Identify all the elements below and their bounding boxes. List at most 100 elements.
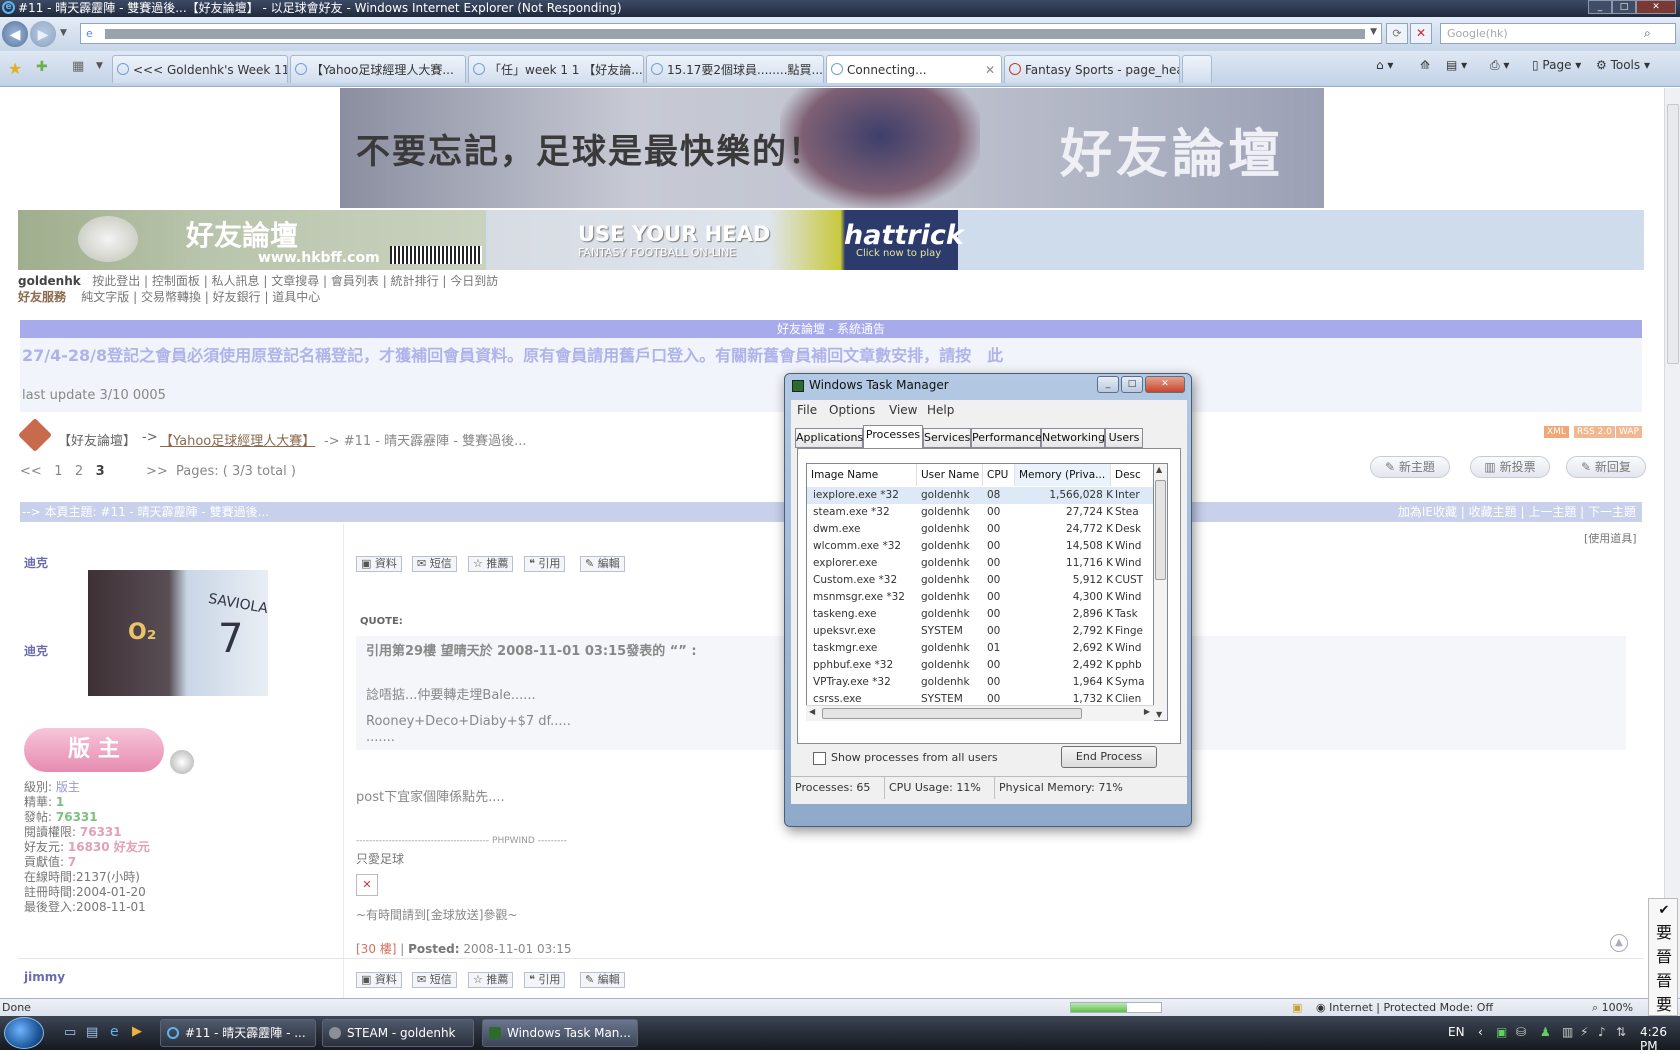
recommend-button[interactable]: ☆ 推薦 [468, 972, 514, 988]
new-reply-button[interactable]: ✎ 新回复 [1566, 456, 1646, 478]
address-bar[interactable]: e ▼ [80, 23, 1382, 44]
tab-applications[interactable]: Applications [795, 428, 863, 448]
tab-goldenhk-week11[interactable]: <<< Goldenhk's Week 11 -... [112, 55, 288, 83]
hattrick-ad-banner[interactable]: USE YOUR HEAD FANTASY FOOTBALL ON-LINE h… [488, 210, 964, 270]
column-user-name[interactable]: User Name [917, 464, 983, 486]
quote-button[interactable]: ❝ 引用 [524, 972, 566, 988]
clock[interactable]: 4:26 PM [1640, 1025, 1680, 1053]
profile-button[interactable]: ▣ 資料 [356, 972, 402, 988]
tray-app-icon[interactable]: ▣ [1496, 1025, 1507, 1039]
feeds-icon[interactable]: ⟰ [1420, 58, 1430, 72]
refresh-button[interactable]: ⟳ [1386, 23, 1408, 44]
process-row[interactable]: pphbuf.exe *32 goldenhk 00 2,492 Kpphb [807, 657, 1153, 674]
rss-feed-badge[interactable]: RSS 2.0 [1574, 426, 1615, 438]
user-links[interactable]: 按此登出 | 控制面板 | 私人訊息 | 文章搜尋 | 會員列表 | 統計排行 … [92, 274, 498, 288]
volume-icon[interactable]: ♪ [1598, 1025, 1606, 1039]
ime-checkmark-icon[interactable]: ✔ [1653, 901, 1675, 921]
menu-view[interactable]: View [889, 400, 917, 420]
back-button[interactable]: ◀ [2, 21, 28, 47]
minimize-button[interactable]: _ [1588, 0, 1612, 14]
process-row[interactable]: taskeng.exe goldenhk 00 2,896 K Task [807, 606, 1153, 623]
process-list-vscroll[interactable]: ▲ ▼ [1154, 463, 1168, 721]
tray-network-icon[interactable]: ⛁ [1516, 1025, 1526, 1039]
new-topic-button[interactable]: ✎ 新主題 [1370, 456, 1450, 478]
page-link-1[interactable]: 1 [54, 464, 62, 479]
tab-performance[interactable]: Performance [971, 428, 1042, 448]
column-memory[interactable]: Memory (Priva... [1015, 464, 1111, 486]
forum-ad-banner[interactable]: 好友論壇 www.hkbff.com [18, 210, 486, 270]
tm-maximize-button[interactable]: □ [1121, 376, 1143, 393]
menu-file[interactable]: File [797, 400, 817, 420]
tray-expand-icon[interactable]: ‹ [1478, 1025, 1483, 1039]
post-author-name[interactable]: 迪克 [24, 554, 48, 571]
tab-networking[interactable]: Networking [1041, 428, 1105, 448]
add-favorites-icon[interactable]: ✚ [36, 59, 48, 75]
breadcrumb-section[interactable]: 【Yahoo足球經理人大賽】 [160, 430, 315, 449]
new-poll-button[interactable]: ▥ 新投票 [1470, 456, 1550, 478]
favorites-star-icon[interactable]: ★ [8, 59, 22, 78]
ime-button-3[interactable]: 晉 [1653, 971, 1675, 991]
notice-text[interactable]: 27/4-28/8登記之會員必須使用原登記名稱登記，才獲補回會員資料。原有會員請… [22, 342, 1003, 366]
taskbar-task-manager[interactable]: Windows Task Man... [482, 1019, 638, 1047]
switch-windows-icon[interactable]: ▤ [86, 1025, 98, 1040]
start-button[interactable] [4, 1017, 44, 1049]
column-cpu[interactable]: CPU [983, 464, 1015, 486]
new-tab-button[interactable] [1182, 55, 1212, 83]
message-button[interactable]: ✉ 短信 [412, 556, 457, 572]
maximize-button[interactable]: □ [1612, 0, 1636, 14]
tab-yahoo-contest[interactable]: 【Yahoo足球經理人大賽... [290, 55, 466, 83]
show-all-users-checkbox[interactable] [813, 752, 826, 765]
tab-list-dropdown-icon[interactable]: ▼ [96, 61, 103, 71]
tray-monitor-icon[interactable]: ▥ [1562, 1025, 1573, 1039]
ime-button-2[interactable]: 晉 [1653, 947, 1675, 967]
process-row[interactable]: wlcomm.exe *32 goldenhk 00 14,508 K Wind [807, 538, 1153, 555]
process-list-hscroll[interactable]: ◀ ▶ [806, 705, 1154, 721]
post2-author[interactable]: jimmy [24, 970, 65, 984]
close-window-button[interactable]: ✕ [1636, 0, 1676, 14]
ime-button-1[interactable]: 要 [1653, 923, 1675, 943]
print-icon[interactable]: ⎙ ▾ [1490, 58, 1509, 73]
history-dropdown-icon[interactable]: ▼ [60, 28, 67, 38]
column-description[interactable]: Desc [1111, 464, 1153, 486]
tm-minimize-button[interactable]: _ [1097, 376, 1119, 393]
menu-help[interactable]: Help [927, 400, 954, 420]
page-link-2[interactable]: 2 [75, 464, 83, 479]
taskbar-steam-window[interactable]: STEAM - goldenhk [322, 1019, 474, 1047]
profile-button[interactable]: ▣ 資料 [356, 556, 402, 572]
tray-connection-icon[interactable]: ⇅ [1616, 1025, 1626, 1039]
tools-menu[interactable]: ⚙ Tools ▾ [1596, 58, 1650, 72]
quick-tabs-icon[interactable]: ▦ [72, 59, 84, 74]
tray-power-icon[interactable]: ⚡ [1580, 1025, 1588, 1039]
tab-processes[interactable]: Processes [863, 425, 923, 449]
recommend-button[interactable]: ☆ 推薦 [468, 556, 514, 572]
page-menu[interactable]: ▯ Page ▾ [1532, 58, 1581, 72]
address-dropdown-icon[interactable]: ▼ [1370, 27, 1377, 37]
process-row[interactable]: Custom.exe *32 goldenhk 00 5,912 K CUST [807, 572, 1153, 589]
close-tab-icon[interactable]: ✕ [985, 56, 995, 83]
quote-button[interactable]: ❝ 引用 [524, 556, 566, 572]
topic-links[interactable]: 加為IE收藏 | 收藏主題 | 上一主題 | 下一主題 [1398, 502, 1636, 522]
search-icon[interactable]: ⌕ [1644, 26, 1651, 41]
xml-feed-badge[interactable]: XML [1544, 426, 1569, 438]
edit-button[interactable]: ✎ 編輯 [580, 556, 625, 572]
edit-button[interactable]: ✎ 編輯 [580, 972, 625, 988]
security-zone[interactable]: ◉ Internet | Protected Mode: Off [1316, 999, 1493, 1016]
signature-link[interactable]: ~有時間請到[金球放送]參觀~ [356, 906, 517, 923]
process-row[interactable]: explorer.exe goldenhk 00 11,716 K Wind [807, 555, 1153, 572]
process-row[interactable]: msnmsgr.exe *32 goldenhk 00 4,300 K Wind [807, 589, 1153, 606]
tab-players-question[interactable]: 15.17要2個球員........點買... [646, 55, 824, 83]
process-row[interactable]: iexplore.exe *32 goldenhk 08 1,566,028 K Int… [807, 487, 1153, 504]
breadcrumb-home[interactable]: 【好友論壇】 [58, 430, 136, 449]
page-scrollbar[interactable] [1664, 88, 1680, 998]
back-to-top-icon[interactable]: ▲ [1610, 934, 1628, 952]
tab-connecting[interactable]: Connecting... ✕ [826, 55, 1002, 83]
process-row[interactable]: steam.exe *32 goldenhk 00 27,724 K Stea [807, 504, 1153, 521]
post-author[interactable]: 迪克 [24, 642, 48, 659]
tm-close-button[interactable]: ✕ [1145, 376, 1185, 393]
tab-fantasy-sports[interactable]: Fantasy Sports - page_hea... [1004, 55, 1180, 83]
column-image-name[interactable]: Image Name [807, 464, 917, 486]
process-row[interactable]: VPTray.exe *32 goldenhk 00 1,964 K Syma [807, 674, 1153, 691]
rss-icon[interactable]: ▤ ▾ [1446, 58, 1467, 72]
ime-button-4[interactable]: 要 [1653, 995, 1675, 1015]
process-list[interactable]: Image Name User Name CPU Memory (Priva..… [806, 463, 1154, 721]
